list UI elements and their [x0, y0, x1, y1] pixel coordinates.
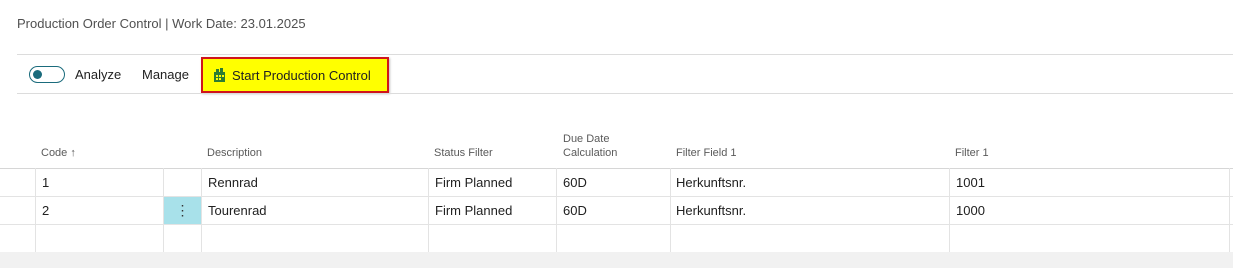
cell-status-filter[interactable]: Firm Planned: [435, 175, 512, 191]
cell-filter-field-1[interactable]: Herkunftsnr.: [676, 203, 746, 219]
footer-area: [0, 252, 1233, 268]
actionbar-divider: [17, 93, 1233, 94]
cell-filter-1[interactable]: 1001: [956, 175, 985, 191]
due-date-header-line2: Calculation: [563, 147, 618, 159]
cell-description[interactable]: Tourenrad: [208, 203, 267, 219]
cell-due-date[interactable]: 60D: [563, 203, 587, 219]
cell-filter-field-1[interactable]: Herkunftsnr.: [676, 175, 746, 191]
column-header-code[interactable]: Code ↑: [41, 146, 76, 160]
toggle-knob: [33, 69, 42, 79]
column-header-due-date-calculation[interactable]: Due Date Calculation: [563, 132, 617, 160]
column-header-filter-1[interactable]: Filter 1: [955, 146, 989, 160]
page-title: Production Order Control | Work Date: 23…: [17, 16, 306, 31]
column-header-description[interactable]: Description: [207, 146, 262, 160]
manage-menu[interactable]: Manage: [142, 67, 189, 82]
column-divider: [1229, 168, 1230, 252]
code-header-label: Code: [41, 147, 68, 159]
header-divider: [0, 168, 1233, 169]
cell-code[interactable]: 2: [42, 203, 49, 219]
new-empty-row[interactable]: [0, 225, 1229, 252]
title-divider: [17, 54, 1233, 55]
analyze-label[interactable]: Analyze: [75, 67, 121, 82]
production-control-icon: [214, 68, 225, 82]
row-actions-menu-icon[interactable]: ⋮: [164, 197, 201, 224]
start-production-control-label: Start Production Control: [232, 68, 371, 83]
cell-description[interactable]: Rennrad: [208, 175, 258, 191]
due-date-header-line1: Due Date: [563, 133, 610, 145]
cell-due-date[interactable]: 60D: [563, 175, 587, 191]
cell-status-filter[interactable]: Firm Planned: [435, 203, 512, 219]
start-production-control-button[interactable]: Start Production Control: [201, 57, 389, 93]
cell-filter-1[interactable]: 1000: [956, 203, 985, 219]
sort-ascending-icon: ↑: [70, 147, 76, 159]
column-header-filter-field-1[interactable]: Filter Field 1: [676, 146, 737, 160]
cell-code[interactable]: 1: [42, 175, 49, 191]
column-header-status-filter[interactable]: Status Filter: [434, 146, 493, 160]
analyze-toggle[interactable]: [29, 66, 65, 83]
